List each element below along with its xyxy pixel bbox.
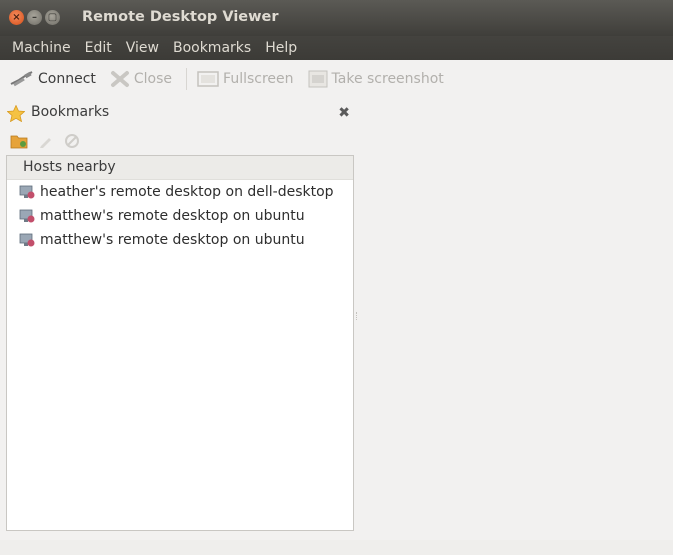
menu-edit[interactable]: Edit [78,36,119,60]
bookmarks-pane-title: Bookmarks [31,104,110,120]
host-label: heather's remote desktop on dell-desktop [40,184,334,200]
close-button[interactable]: Close [110,70,172,88]
toolbar: Connect Close Fullscreen Take screenshot [0,60,673,98]
hosts-list: Hosts nearby heather's remote desktop on… [6,155,354,531]
close-label: Close [133,71,173,87]
pane-resize-handle[interactable] [356,312,361,320]
remote-desktop-icon [19,209,35,223]
menu-help[interactable]: Help [258,36,304,60]
window-minimize-button[interactable]: – [27,10,42,25]
bookmarks-pane-header: Bookmarks ✖ [4,101,354,125]
host-list-item[interactable]: matthew's remote desktop on ubuntu [7,204,353,228]
remote-desktop-icon [19,233,35,247]
status-bar [0,540,673,555]
toolbar-separator [186,68,188,90]
bookmarks-pane-close-button[interactable]: ✖ [338,105,350,121]
hosts-nearby-header[interactable]: Hosts nearby [7,156,353,180]
take-screenshot-label: Take screenshot [331,71,444,87]
fullscreen-icon [197,71,219,87]
menu-bar: Machine Edit View Bookmarks Help [0,36,673,60]
bookmarks-toolbar [10,130,80,152]
connect-button[interactable]: Connect [10,70,96,88]
title-bar[interactable]: × – ▢ Remote Desktop Viewer [0,0,673,36]
take-screenshot-button[interactable]: Take screenshot [308,70,444,88]
fullscreen-button[interactable]: Fullscreen [197,70,294,88]
host-label: matthew's remote desktop on ubuntu [40,232,305,248]
window-title: Remote Desktop Viewer [82,9,279,25]
host-label: matthew's remote desktop on ubuntu [40,208,305,224]
window-maximize-button[interactable]: ▢ [45,10,60,25]
delete-icon[interactable] [64,133,80,149]
menu-view[interactable]: View [119,36,166,60]
connect-label: Connect [38,71,96,87]
connect-icon [10,71,33,87]
host-list-item[interactable]: heather's remote desktop on dell-desktop [7,180,353,204]
fullscreen-label: Fullscreen [223,71,294,87]
window-controls: × – ▢ [9,10,60,25]
menu-machine[interactable]: Machine [5,36,78,60]
edit-icon[interactable] [38,133,54,149]
star-icon [7,105,25,122]
window-close-button[interactable]: × [9,10,24,25]
close-icon [110,71,129,87]
new-folder-icon[interactable] [10,133,28,149]
screenshot-icon [308,70,328,88]
remote-desktop-icon [19,185,35,199]
host-list-item[interactable]: matthew's remote desktop on ubuntu [7,228,353,252]
remote-desktop-viewer-window: × – ▢ Remote Desktop Viewer Machine Edit… [0,0,673,555]
menu-bookmarks[interactable]: Bookmarks [166,36,258,60]
